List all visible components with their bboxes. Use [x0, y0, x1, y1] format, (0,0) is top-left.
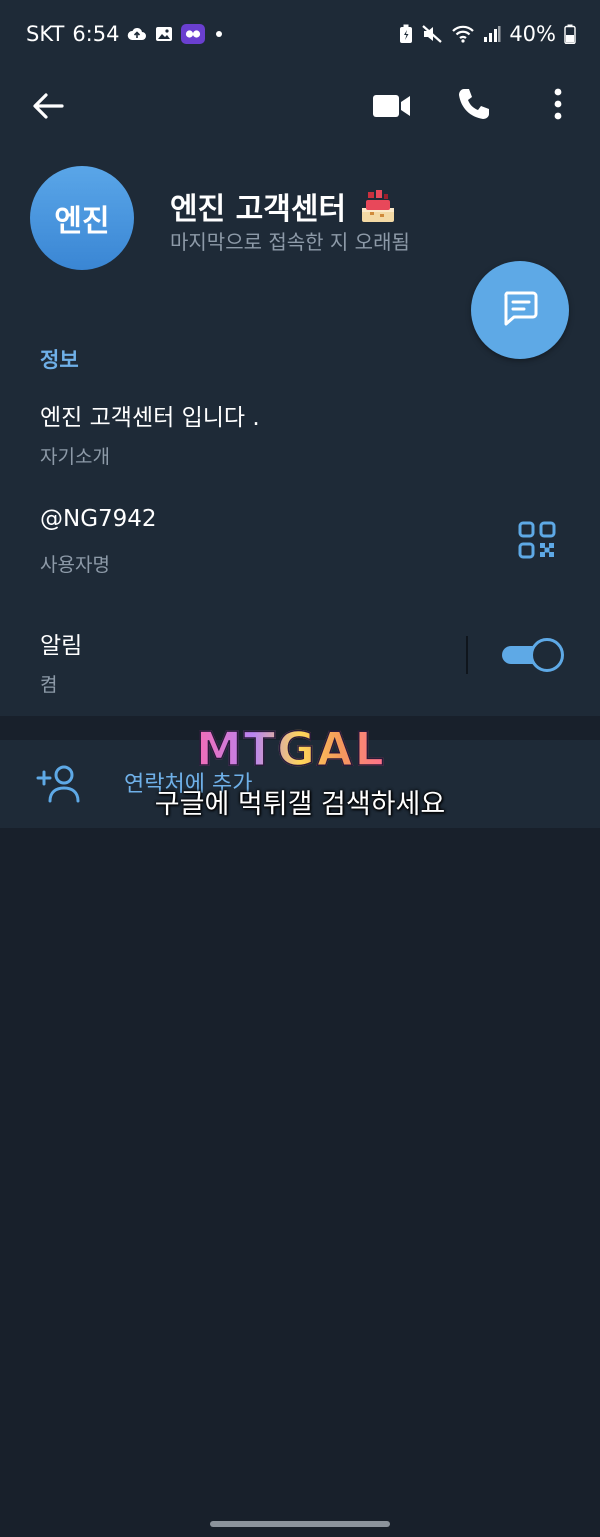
- back-arrow-icon: [32, 92, 64, 124]
- qr-code-button[interactable]: [518, 521, 556, 559]
- chat-bubble-icon: [500, 288, 540, 332]
- avatar[interactable]: 엔진: [30, 166, 134, 270]
- carrier-label: SKT: [26, 22, 65, 46]
- dot-icon: [213, 28, 225, 40]
- bio-label: 자기소개: [40, 446, 110, 468]
- cloud-upload-icon: [127, 26, 147, 42]
- cake-emoji-icon: [356, 184, 400, 228]
- mute-icon: [421, 24, 443, 44]
- battery-percent-label: 40%: [509, 22, 556, 46]
- notifications-value[interactable]: 알림: [40, 626, 82, 660]
- video-call-icon: [372, 93, 412, 123]
- info-section-title: 정보: [40, 348, 79, 372]
- status-bar: SKT 6:54 40%: [0, 0, 600, 70]
- bio-value[interactable]: 엔진 고객센터 입니다 .: [40, 398, 260, 432]
- toggle-knob: [530, 638, 564, 672]
- gallery-icon: [155, 26, 173, 42]
- back-button[interactable]: [30, 90, 66, 126]
- clock-label: 6:54: [72, 22, 120, 46]
- status-right: 40%: [399, 22, 576, 46]
- qr-code-icon: [518, 521, 556, 563]
- video-call-button[interactable]: [370, 90, 414, 126]
- watermark-logo: MTGAL: [195, 721, 386, 777]
- notifications-label: 켬: [40, 674, 58, 696]
- notifications-toggle[interactable]: [502, 638, 564, 672]
- more-options-button[interactable]: [546, 88, 570, 124]
- avatar-initials: 엔진: [54, 204, 110, 239]
- username-label: 사용자명: [40, 554, 110, 576]
- signal-icon: [483, 24, 501, 44]
- phone-call-button[interactable]: [456, 88, 492, 124]
- username-value[interactable]: @NG7942: [40, 506, 157, 532]
- more-vert-icon: [553, 88, 563, 124]
- battery-icon: [564, 24, 576, 44]
- send-message-button[interactable]: [471, 261, 569, 359]
- home-indicator[interactable]: [210, 1521, 390, 1527]
- profile-name-row: 엔진 고객센터: [170, 184, 400, 228]
- wifi-icon: [451, 24, 475, 44]
- battery-saver-icon: [399, 24, 413, 44]
- profile-name: 엔진 고객센터: [170, 192, 347, 227]
- watermark-caption: 구글에 먹튀갤 검색하세요: [154, 789, 446, 820]
- last-seen-status: 마지막으로 접속한 지 오래됨: [170, 230, 410, 254]
- phone-icon: [457, 87, 491, 125]
- info-section: 정보 엔진 고객센터 입니다 . 자기소개 @NG7942 사용자명 알림 켬: [0, 308, 600, 716]
- divider: [466, 636, 468, 674]
- app-badge-icon: [181, 24, 206, 44]
- status-left: SKT 6:54: [26, 22, 225, 46]
